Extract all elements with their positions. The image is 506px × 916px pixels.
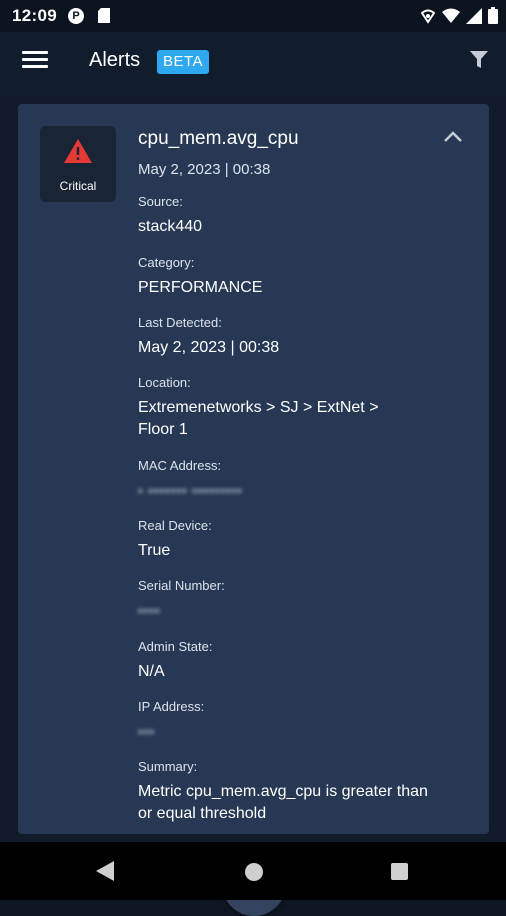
- field-real-device: Real Device: True: [138, 518, 458, 562]
- field-label: MAC Address:: [138, 458, 222, 473]
- field-location: Location: Extremenetworks > SJ > ExtNet …: [138, 375, 408, 441]
- signal-icon: [466, 7, 482, 29]
- field-label: Location:: [138, 375, 191, 390]
- redacted-value: ▪▪▪▪: [138, 603, 161, 618]
- field-label: Admin State:: [138, 639, 213, 654]
- field-value: stack440: [138, 218, 203, 235]
- field-value: N/A: [138, 663, 165, 680]
- filter-icon[interactable]: [470, 51, 488, 74]
- alert-title: cpu_mem.avg_cpu: [138, 128, 299, 149]
- collapse-chevron-icon[interactable]: [443, 129, 463, 147]
- field-label: Serial Number:: [138, 578, 225, 593]
- status-time: 12:09: [12, 6, 57, 25]
- warning-icon: [64, 139, 92, 163]
- field-summary: Summary: Metric cpu_mem.avg_cpu is great…: [138, 759, 428, 825]
- field-ip-address: IP Address: ▪▪▪: [138, 699, 458, 743]
- field-label: Summary:: [138, 759, 198, 774]
- field-category: Category: PERFORMANCE: [138, 255, 458, 299]
- hamburger-menu-icon[interactable]: [22, 51, 48, 73]
- field-mac-address: MAC Address: ▪ ▪▪▪▪▪▪▪ ▪▪▪▪▪▪▪▪▪: [138, 458, 458, 502]
- field-value: Metric cpu_mem.avg_cpu is greater than o…: [138, 783, 428, 822]
- app-bar: Alerts BETA: [0, 32, 506, 92]
- sd-card-icon: [98, 8, 110, 28]
- field-source: Source: stack440: [138, 194, 458, 238]
- field-value: May 2, 2023 | 00:38: [138, 339, 280, 356]
- system-nav-bar: [0, 842, 506, 900]
- severity-indicator: Critical: [40, 126, 116, 202]
- beta-badge: BETA: [157, 50, 210, 74]
- alert-card[interactable]: Critical cpu_mem.avg_cpu May 2, 2023 | 0…: [18, 104, 489, 834]
- field-label: Source:: [138, 194, 183, 209]
- vibrate-icon: [420, 8, 436, 29]
- page-title: Alerts: [89, 49, 141, 71]
- home-icon[interactable]: [245, 863, 263, 881]
- battery-icon: [488, 7, 498, 29]
- status-bar: 12:09 P: [0, 0, 506, 32]
- redacted-value: ▪▪▪: [138, 724, 155, 739]
- recent-apps-icon[interactable]: [391, 863, 408, 880]
- field-value: PERFORMANCE: [138, 279, 263, 296]
- alerts-list[interactable]: Critical cpu_mem.avg_cpu May 2, 2023 | 0…: [0, 92, 506, 916]
- p-app-icon: P: [68, 8, 84, 24]
- field-label: IP Address:: [138, 699, 205, 714]
- wifi-icon: [442, 8, 460, 29]
- field-label: Category:: [138, 255, 195, 270]
- field-admin-state: Admin State: N/A: [138, 639, 458, 683]
- field-label: Real Device:: [138, 518, 212, 533]
- field-label: Last Detected:: [138, 315, 222, 330]
- back-icon[interactable]: [96, 861, 114, 886]
- field-value: Extremenetworks > SJ > ExtNet > Floor 1: [138, 399, 379, 438]
- severity-label: Critical: [59, 179, 97, 193]
- redacted-value: ▪ ▪▪▪▪▪▪▪ ▪▪▪▪▪▪▪▪▪: [138, 483, 243, 498]
- field-last-detected: Last Detected: May 2, 2023 | 00:38: [138, 315, 458, 359]
- alert-date: May 2, 2023 | 00:38: [138, 161, 271, 178]
- field-value: True: [138, 542, 171, 559]
- field-serial-number: Serial Number: ▪▪▪▪: [138, 578, 458, 622]
